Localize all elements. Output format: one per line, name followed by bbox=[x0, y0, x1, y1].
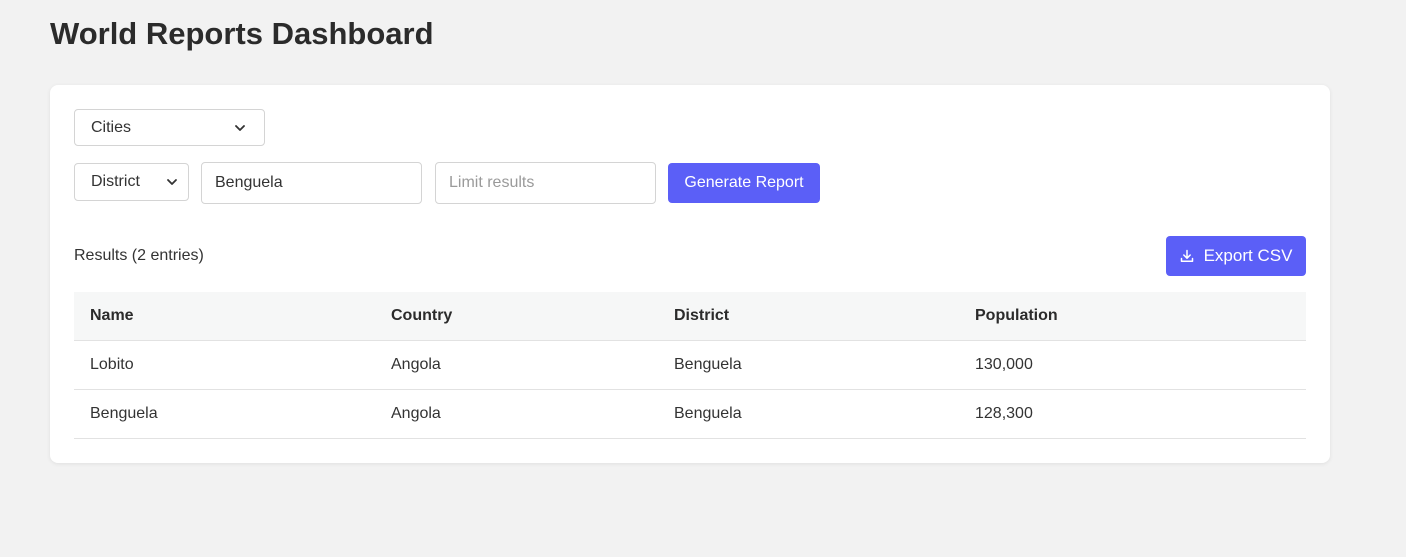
cell-district: Benguela bbox=[658, 389, 959, 439]
filter-type-value: District bbox=[91, 173, 140, 190]
chevron-down-icon bbox=[167, 179, 177, 185]
chevron-down-icon bbox=[235, 124, 245, 131]
page-title: World Reports Dashboard bbox=[50, 16, 434, 51]
column-header-country[interactable]: Country bbox=[375, 292, 658, 341]
cell-name: Lobito bbox=[74, 340, 375, 390]
filter-type-select[interactable]: District bbox=[74, 163, 189, 201]
cell-country: Angola bbox=[375, 340, 658, 390]
table-row: Benguela Angola Benguela 128,300 bbox=[74, 389, 1306, 439]
column-header-population[interactable]: Population bbox=[959, 292, 1306, 341]
table-row: Lobito Angola Benguela 130,000 bbox=[74, 340, 1306, 390]
column-header-name[interactable]: Name bbox=[74, 292, 375, 341]
cell-district: Benguela bbox=[658, 340, 959, 390]
report-card: Cities District Generate Report Results … bbox=[50, 85, 1330, 463]
cell-name: Benguela bbox=[74, 389, 375, 439]
generate-report-button[interactable]: Generate Report bbox=[668, 163, 820, 203]
column-header-district[interactable]: District bbox=[658, 292, 959, 341]
download-icon bbox=[1180, 249, 1193, 263]
filter-value-input[interactable] bbox=[201, 162, 422, 204]
report-type-select[interactable]: Cities bbox=[74, 109, 265, 146]
cell-country: Angola bbox=[375, 389, 658, 439]
cell-population: 130,000 bbox=[959, 340, 1306, 390]
export-csv-label: Export CSV bbox=[1203, 246, 1293, 265]
limit-input[interactable] bbox=[435, 162, 656, 204]
results-table: Name Country District Population Lobito … bbox=[74, 292, 1306, 439]
cell-population: 128,300 bbox=[959, 389, 1306, 439]
report-type-value: Cities bbox=[91, 118, 132, 136]
export-csv-button[interactable]: Export CSV bbox=[1166, 236, 1306, 276]
table-header-row: Name Country District Population bbox=[74, 292, 1306, 341]
results-count: Results (2 entries) bbox=[74, 247, 204, 264]
